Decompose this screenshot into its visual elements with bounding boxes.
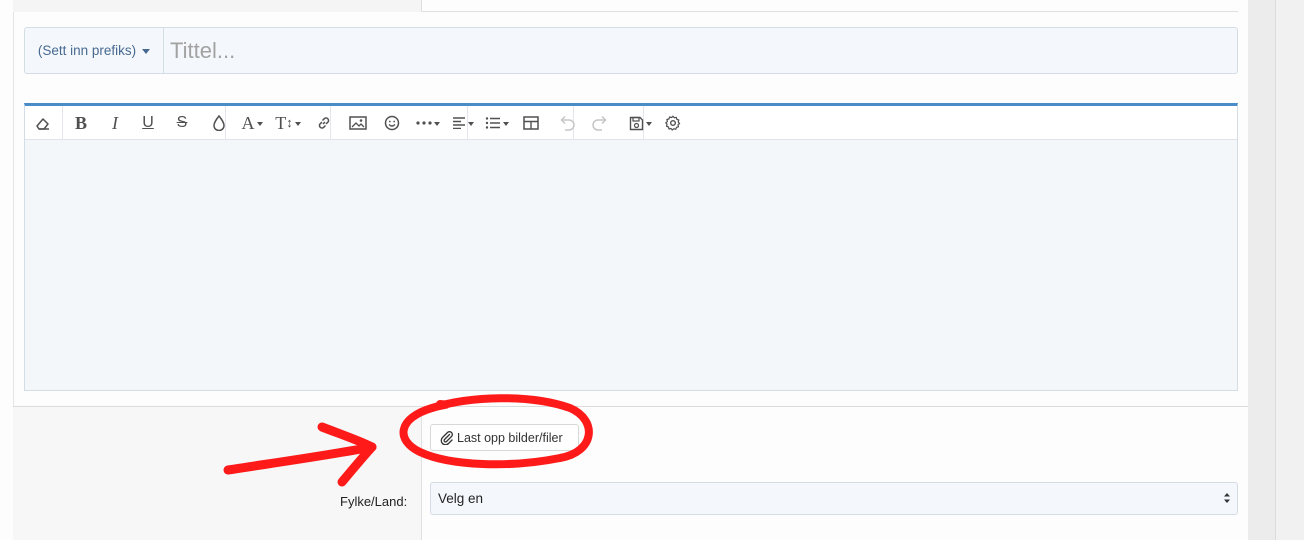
caret-down-icon — [434, 122, 440, 126]
paperclip-icon — [440, 430, 453, 445]
bold-glyph: B — [74, 112, 87, 133]
prefix-dropdown[interactable]: (Sett inn prefiks) — [25, 28, 164, 73]
form-label-column — [13, 407, 421, 540]
county-select[interactable]: Velg en — [430, 482, 1238, 515]
settings-icon[interactable] — [661, 111, 685, 135]
eraser-icon[interactable] — [31, 111, 55, 135]
font-family-icon[interactable]: A — [237, 111, 267, 135]
redo-icon[interactable] — [588, 111, 612, 135]
strikethrough-icon[interactable]: S — [170, 111, 194, 135]
editor-toolbar: B I U S A T ↕ — [25, 106, 1237, 140]
caret-down-icon — [468, 122, 474, 126]
underline-icon[interactable]: U — [136, 111, 160, 135]
caret-down-icon — [142, 48, 151, 54]
table-icon[interactable] — [519, 111, 543, 135]
caret-down-icon — [503, 122, 509, 126]
top-right-strip — [421, 0, 1238, 12]
right-gutter — [1248, 0, 1275, 540]
caret-down-icon — [645, 122, 652, 126]
thread-title-row: (Sett inn prefiks) — [24, 27, 1238, 74]
toolbar-separator — [62, 106, 63, 140]
strike-glyph: S — [176, 114, 188, 131]
county-field-label: Fylke/Land: — [340, 494, 408, 509]
caret-down-icon — [294, 122, 301, 126]
undo-icon[interactable] — [555, 111, 579, 135]
size-arrows-icon: ↕ — [286, 115, 293, 130]
county-select-value: Velg en — [438, 491, 484, 506]
prefix-label: (Sett inn prefiks) — [37, 43, 137, 58]
more-icon[interactable] — [413, 111, 443, 135]
list-icon[interactable] — [482, 111, 512, 135]
italic-icon[interactable]: I — [103, 111, 127, 135]
rich-text-editor: B I U S A T ↕ — [24, 103, 1238, 391]
font-size-icon[interactable]: T ↕ — [271, 111, 305, 135]
link-icon[interactable] — [312, 111, 336, 135]
emoji-icon[interactable] — [380, 111, 404, 135]
upload-files-button[interactable]: Last opp bilder/filer — [430, 424, 579, 451]
caret-down-icon — [256, 122, 263, 126]
color-drop-icon[interactable] — [207, 111, 231, 135]
size-glyph: T — [275, 112, 287, 133]
bold-icon[interactable]: B — [69, 111, 93, 135]
form-column-rule — [421, 407, 422, 540]
image-icon[interactable] — [346, 111, 370, 135]
page-scrollbar[interactable] — [1275, 0, 1304, 540]
editor-content-area[interactable] — [25, 140, 1237, 390]
drafts-icon[interactable] — [625, 111, 655, 135]
select-arrows-icon — [1224, 493, 1230, 503]
upload-files-label: Last opp bilder/filer — [457, 430, 563, 445]
font-glyph: A — [241, 112, 255, 133]
italic-glyph: I — [112, 112, 118, 133]
title-input[interactable] — [164, 28, 1237, 73]
top-left-strip — [13, 0, 421, 12]
align-icon[interactable] — [449, 111, 477, 135]
underline-glyph: U — [142, 114, 154, 131]
